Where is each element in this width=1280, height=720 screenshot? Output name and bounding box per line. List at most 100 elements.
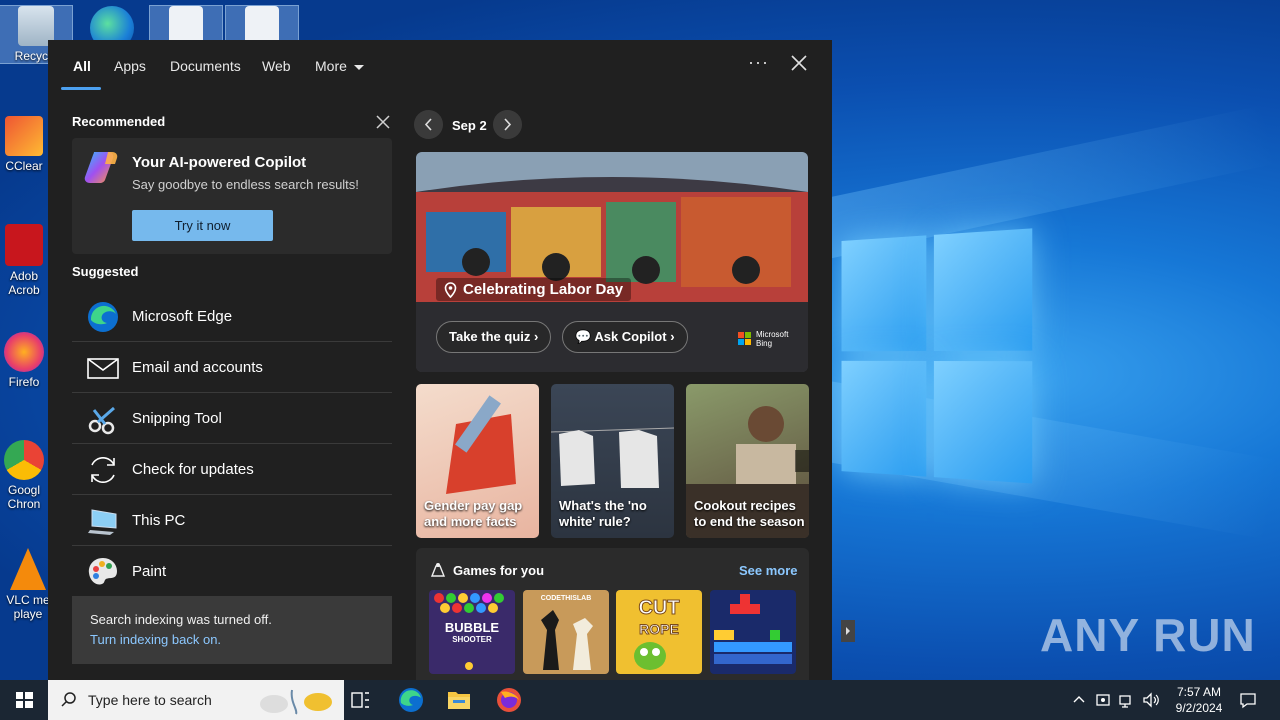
notifications-icon[interactable] (1238, 690, 1258, 710)
desktop-icon-label: Adob Acrob (8, 269, 40, 297)
ccleaner-icon (5, 116, 43, 156)
caret-down-icon (353, 64, 364, 70)
search-placeholder: Type here to search (88, 692, 212, 708)
hero-title: Celebrating Labor Day (436, 278, 632, 301)
cut-the-rope-art: CUT ROPE (634, 597, 680, 670)
file-explorer-icon[interactable] (435, 680, 483, 720)
news-tile-label: Cookout recipes to end the season (694, 498, 805, 529)
ask-copilot-label: Ask Copilot (594, 329, 667, 344)
take-quiz-button[interactable]: Take the quiz › (436, 321, 552, 353)
desktop-icon-acrobat[interactable]: Adob Acrob (0, 224, 48, 297)
suggested-item-label: Paint (132, 563, 167, 580)
labor-day-hero-card[interactable]: Celebrating Labor Day Take the quiz › 💬 … (416, 152, 808, 372)
block-puzzle-art (714, 594, 792, 664)
microsoft-logo-icon (738, 332, 751, 345)
bubble-shooter-art: BUBBLE SHOOTER (434, 593, 504, 670)
taskbar-clock[interactable]: 7:57 AM 9/2/2024 (1160, 684, 1238, 716)
bing-label-microsoft: Microsoft (756, 330, 789, 339)
tab-web[interactable]: Web (262, 58, 291, 74)
svg-text:CUT: CUT (638, 597, 679, 619)
game-chess[interactable]: CODETHISLAB (523, 590, 609, 674)
task-view-icon[interactable] (336, 680, 384, 720)
previous-day-button[interactable] (414, 110, 443, 139)
search-tabs: All Apps Documents Web More ··· (48, 40, 832, 92)
games-section: Games for you See more BUBBLE SHOOTER CO… (416, 548, 855, 680)
suggested-item-snipping-tool[interactable]: Snipping Tool (72, 393, 392, 444)
start-button[interactable] (0, 680, 48, 720)
dismiss-recommendation-icon[interactable] (374, 113, 392, 131)
chevron-right-icon: › (534, 329, 539, 344)
svg-text:CODETHISLAB: CODETHISLAB (541, 595, 592, 602)
tab-apps[interactable]: Apps (114, 58, 146, 74)
see-more-link[interactable]: See more (739, 563, 798, 578)
desktop-icon-label: CClear (5, 159, 43, 173)
close-icon[interactable] (788, 52, 810, 74)
news-tile-label: Gender pay gap and more facts (424, 498, 523, 529)
active-tab-indicator (61, 87, 101, 90)
scissors-icon (88, 406, 115, 435)
try-it-now-button[interactable]: Try it now (132, 210, 273, 241)
news-tile-cookout-recipes[interactable]: Cookout recipes to end the season (686, 384, 809, 538)
indexing-notice-text: Search indexing was turned off. (90, 612, 272, 627)
suggested-item-paint[interactable]: Paint (72, 546, 392, 597)
firefox-icon (4, 332, 44, 372)
suggested-item-check-updates[interactable]: Check for updates (72, 444, 392, 495)
computer-icon (88, 509, 117, 535)
tab-more[interactable]: More (315, 58, 364, 74)
svg-text:ROPE: ROPE (639, 621, 679, 637)
game-bubble-shooter[interactable]: BUBBLE SHOOTER (429, 590, 515, 674)
suggested-item-this-pc[interactable]: This PC (72, 495, 392, 546)
desktop-icon-label: Firefo (8, 375, 40, 389)
taskbar: Type here to search 7:57 AM 9/2/2024 (0, 680, 1280, 720)
games-heading: Games for you (453, 563, 545, 578)
microsoft-bing-logo: Microsoft Bing (738, 330, 788, 348)
ask-copilot-button[interactable]: 💬 Ask Copilot › (562, 321, 688, 353)
search-highlight-icon (260, 689, 332, 715)
next-day-button[interactable] (493, 110, 522, 139)
scroll-right-icon[interactable] (841, 620, 855, 642)
turn-indexing-on-link[interactable]: Turn indexing back on. (90, 632, 221, 647)
suggested-item-label: Email and accounts (132, 359, 263, 376)
desktop-icon-chrome[interactable]: Googl Chron (0, 440, 48, 511)
taskbar-search-box[interactable]: Type here to search (48, 680, 344, 720)
suggested-item-label: Microsoft Edge (132, 308, 233, 325)
watermark-text: ANY RUN (1040, 609, 1256, 661)
suggested-item-label: This PC (132, 512, 186, 529)
location-pin-icon (444, 281, 457, 298)
desktop-icon-firefox[interactable]: Firefo (0, 332, 48, 389)
meet-now-icon[interactable] (1093, 690, 1113, 710)
game-cut-the-rope[interactable]: CUT ROPE (616, 590, 702, 674)
news-tile-gender-pay[interactable]: Gender pay gap and more facts (416, 384, 539, 538)
chat-icon: 💬 (575, 329, 592, 344)
windows-logo (841, 228, 1033, 486)
chevron-up-icon[interactable] (1069, 690, 1089, 710)
game-block-puzzle[interactable] (710, 590, 796, 674)
firefox-taskbar-icon[interactable] (485, 680, 533, 720)
suggested-item-email-accounts[interactable]: Email and accounts (72, 342, 392, 393)
suggested-item-label: Snipping Tool (132, 410, 222, 427)
acrobat-icon (5, 224, 43, 266)
scroll-right-icon[interactable] (795, 450, 809, 472)
desktop-icon-ccleaner[interactable]: CClear (0, 116, 48, 173)
copilot-card-subtitle: Say goodbye to endless search results! (132, 177, 359, 192)
news-tile-no-white-rule[interactable]: What's the 'no white' rule? (551, 384, 674, 538)
tab-all[interactable]: All (73, 58, 91, 74)
suggested-item-microsoft-edge[interactable]: Microsoft Edge (72, 291, 392, 342)
news-tile-label: What's the 'no white' rule? (559, 498, 647, 529)
svg-text:SHOOTER: SHOOTER (452, 635, 492, 644)
tab-more-label: More (315, 58, 347, 74)
edge-icon (88, 302, 118, 332)
copilot-icon (84, 152, 118, 183)
search-icon (61, 692, 76, 707)
tab-documents[interactable]: Documents (170, 58, 241, 74)
edge-taskbar-icon[interactable] (387, 680, 435, 720)
volume-icon[interactable] (1141, 690, 1161, 710)
indexing-notice: Search indexing was turned off. Turn ind… (72, 596, 392, 664)
chevron-right-icon: › (670, 329, 675, 344)
svg-text:BUBBLE: BUBBLE (445, 620, 499, 635)
light-beam (813, 105, 1277, 260)
network-icon[interactable] (1117, 690, 1137, 710)
copilot-recommendation-card[interactable]: Your AI-powered Copilot Say goodbye to e… (72, 138, 392, 254)
game-controller-icon (430, 563, 446, 577)
more-options-button[interactable]: ··· (748, 52, 769, 73)
